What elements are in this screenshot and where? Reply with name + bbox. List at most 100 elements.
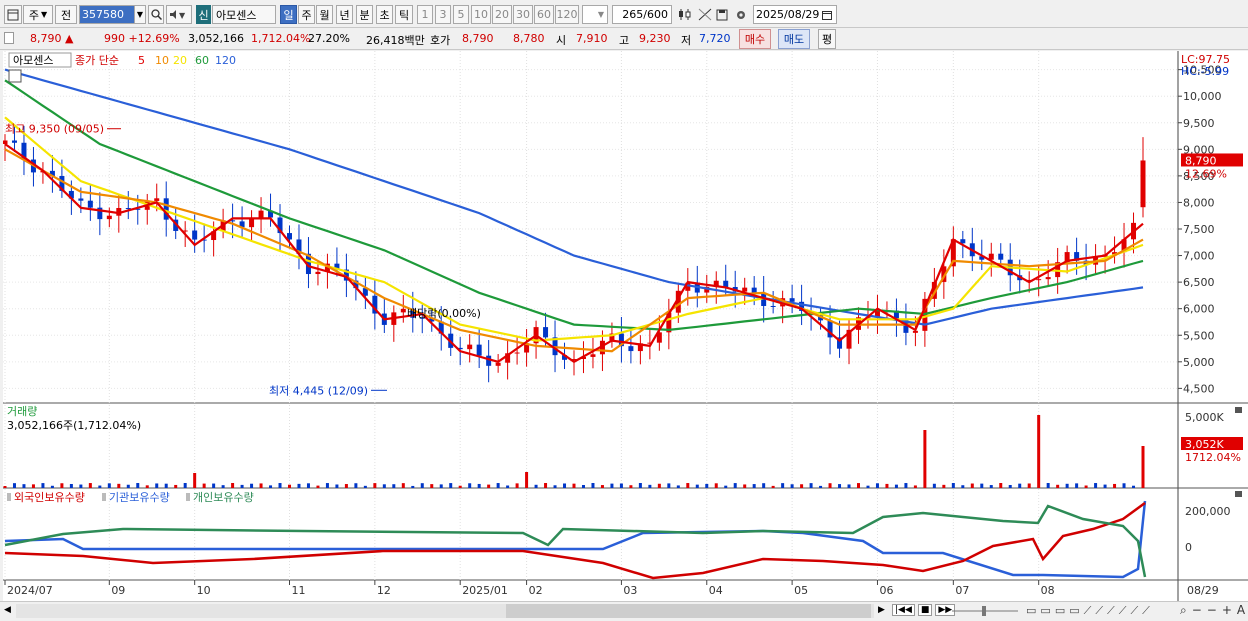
stock-code-input[interactable]: 357580 [79,5,135,24]
chart-background [3,51,1248,601]
candle-type-icon[interactable] [676,5,694,24]
volume-bar [923,430,927,488]
volume-bar [344,484,348,488]
new-stock-button[interactable]: 신 [196,5,211,24]
interval-60-button[interactable]: 60 [534,5,554,24]
minus-icon[interactable]: − [1207,603,1217,618]
y-tick-label: 7,500 [1183,223,1215,236]
speaker-icon[interactable]: ▼ [166,5,192,24]
period-year-button[interactable]: 년 [336,5,353,24]
evaluate-label: 평 [821,33,833,46]
y-tick-label: 4,500 [1183,382,1215,395]
interval-30-button[interactable]: 30 [513,5,533,24]
line-tool-icon[interactable]: ⟋ [1119,604,1127,618]
crosshair-icon[interactable] [696,5,714,24]
volume-bar [544,483,548,488]
zoom-out-icon[interactable]: − [1192,603,1202,618]
stock-name-value: 아모센스 [216,8,257,22]
volume-bar [714,483,718,488]
quote-bar: 8,790 ▲ 990 +12.69% 3,052,166 1,712.04% … [0,28,1248,50]
y-tick-label: 7,000 [1183,250,1215,263]
hoga-sell-price: 8,790 [462,32,494,45]
interval-label: 120 [556,8,578,21]
volume-bar [193,473,197,488]
x-tick-label: 12 [377,584,391,597]
save-icon[interactable] [714,5,730,24]
period-week-button[interactable]: 주 [298,5,315,24]
quote-toggle[interactable] [4,32,14,44]
zoom-search-icon[interactable]: ⌕ [1180,603,1187,618]
holder-legend-1: 기관보유수량 [109,491,170,504]
volume-bar [382,484,386,488]
evaluate-button[interactable]: 평 [818,29,836,49]
volume-bar [487,484,491,488]
period-label: 분 [359,8,370,22]
volume-bar [894,484,898,488]
volume-bar [60,483,64,488]
volume-bar [50,485,54,488]
line-tool-icon[interactable]: ⟋ [1095,604,1103,618]
volume-bar [411,485,415,488]
volume-bar [240,484,244,488]
x-tick-label: 2025/01 [462,584,508,597]
draw-tool-icon[interactable]: ▭ [1055,604,1065,618]
interval-10-button[interactable]: 10 [471,5,491,24]
draw-tool-icon[interactable]: ▭ [1026,604,1036,618]
volume-value: 3,052,166 [188,32,244,45]
buy-button[interactable]: 매수 [739,29,771,49]
current-change-label: 12.69% [1185,167,1227,180]
date-picker[interactable]: 2025/08/29 [753,5,837,24]
line-tool-icon[interactable]: ⟋ [1107,604,1115,618]
interval-20-button[interactable]: 20 [492,5,512,24]
interval-5-button[interactable]: 5 [453,5,469,24]
date-value: 2025/08/29 [756,8,820,21]
interval-120-button[interactable]: 120 [555,5,579,24]
horizontal-scrollbar[interactable] [16,604,874,618]
draw-tool-icon[interactable]: ▭ [1040,604,1050,618]
line-tool-icon[interactable]: ⟋ [1084,604,1092,618]
period-tick-button[interactable]: 틱 [395,5,413,24]
chart-area[interactable]: 10,500 10,000 9,500 9,000 8,500 8,000 7,500 7,0… [2,51,1248,601]
scroll-right-arrow-icon[interactable]: ▶ [878,605,885,615]
volume-bar [506,485,510,488]
period-label: 틱 [398,8,410,22]
interval-custom-select[interactable]: ▼ [582,5,608,24]
draw-tool-icon[interactable]: ▭ [1069,604,1079,618]
volume-bar [733,483,737,488]
zoom-slider[interactable] [950,605,1020,617]
gear-icon[interactable] [733,5,749,24]
interval-1-button[interactable]: 1 [417,5,433,24]
prev-label: 전 [60,8,72,22]
period-minute-button[interactable]: 분 [356,5,373,24]
text-tool-icon[interactable]: A [1237,603,1245,618]
first-page-icon[interactable]: |◀◀ [892,604,915,616]
scrollbar-thumb[interactable] [506,604,871,618]
line-tool-icon[interactable]: ⟋ [1142,604,1150,618]
volume-bar [942,484,946,488]
zoom-in-icon[interactable]: + [1222,603,1232,618]
search-icon[interactable] [148,5,164,24]
stop-icon[interactable]: ■ [917,604,933,616]
period-month-button[interactable]: 월 [316,5,333,24]
volume-bar [600,485,604,488]
volume-bar [989,485,993,488]
period-second-button[interactable]: 초 [376,5,393,24]
scroll-left-arrow-icon[interactable]: ◀ [4,605,14,617]
price-chart[interactable]: 10,50010,0009,5009,0008,5008,0007,5007,0… [2,51,1248,601]
code-dropdown-icon[interactable]: ▼ [134,5,146,24]
period-day-button[interactable]: 일 [280,5,297,24]
line-tool-icon[interactable]: ⟋ [1130,604,1138,618]
volume-bar [705,483,709,488]
layout-icon[interactable] [4,5,22,24]
holder-y-tick: 200,000 [1185,505,1231,518]
prev-button[interactable]: 전 [55,5,77,24]
interval-3-button[interactable]: 3 [435,5,451,24]
volume-bar [1122,483,1126,488]
volume-bar [591,483,595,488]
period-unit-select[interactable]: 주 ▼ [23,5,53,24]
data-count-field[interactable]: 265/600 [612,5,672,24]
bottom-toolbar: ◀ ▶ |◀◀ ■ ▶▶ ▭ ▭ ▭ ▭ ⟋ ⟋ ⟋ ⟋ ⟋ ⟋ ⌕ − − +… [0,601,1248,621]
interval-label: 30 [516,8,530,21]
stock-name-field[interactable]: 아모센스 [212,5,276,24]
sell-button[interactable]: 매도 [778,29,810,49]
